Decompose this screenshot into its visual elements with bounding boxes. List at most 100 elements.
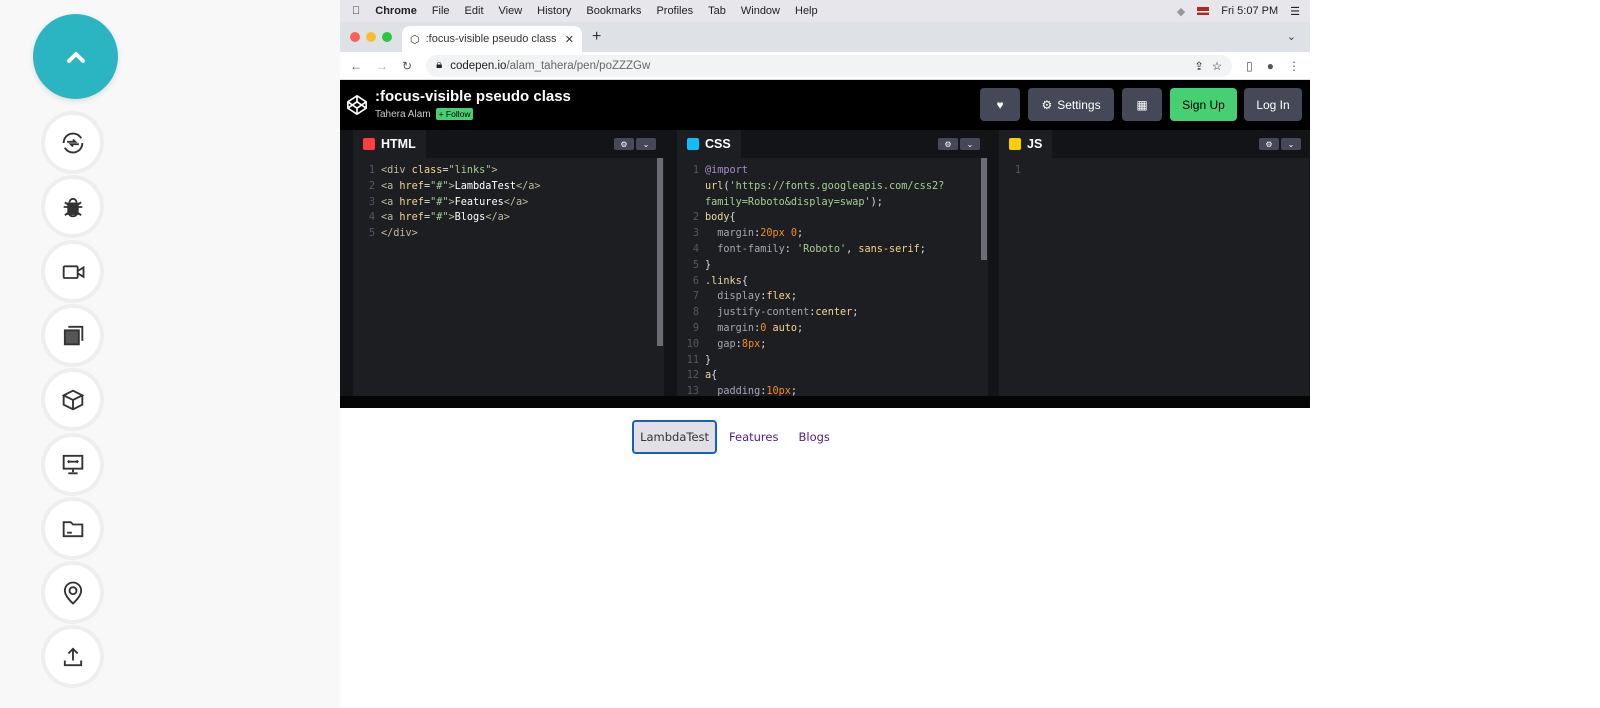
apple-icon[interactable]:  <box>352 5 360 17</box>
forward-icon[interactable]: → <box>376 59 388 73</box>
code-token: "#" <box>430 196 449 208</box>
sidebar-button-bug[interactable] <box>45 179 100 235</box>
sidebar-button-cube[interactable] <box>45 372 100 428</box>
menu-profiles[interactable]: Profiles <box>656 5 693 17</box>
gallery-icon <box>63 326 83 346</box>
reload-icon[interactable]: ↻ <box>402 59 412 73</box>
zoom-button[interactable] <box>382 32 392 42</box>
settings-button[interactable]: ⚙ Settings <box>1028 88 1114 121</box>
cube-icon <box>61 389 84 411</box>
code-token: ; <box>919 243 926 255</box>
switch-arrows-icon <box>62 132 83 153</box>
screenshot-area:  Chrome File Edit View History Bookmarks Prof… <box>340 0 1310 708</box>
scrollbar[interactable] <box>657 158 663 346</box>
pane-collapse-chevron-icon[interactable]: ⌄ <box>960 138 980 150</box>
pane-settings-icon[interactable]: ⚙ <box>1259 138 1279 150</box>
code-line: 1 @import <box>677 163 988 179</box>
profile-icon[interactable]: ● <box>1267 59 1274 73</box>
code-line: 4 <a href = "#" > Blogs </a> <box>353 210 664 226</box>
resize-bar[interactable] <box>340 396 1310 408</box>
menu-help[interactable]: Help <box>795 5 818 17</box>
code-token: { <box>711 370 718 382</box>
pane-collapse-chevron-icon[interactable]: ⌄ <box>1281 138 1301 150</box>
menu-edit[interactable]: Edit <box>465 5 484 17</box>
sidebar-button-video-camera[interactable] <box>45 243 100 299</box>
code-token: <div <box>381 165 412 176</box>
pane-tab[interactable]: CSS <box>677 130 741 158</box>
pane-collapse-chevron-icon[interactable]: ⌄ <box>636 138 656 150</box>
code-token: "#" <box>430 180 449 192</box>
menu-view[interactable]: View <box>499 5 523 17</box>
clock[interactable]: Fri 5:07 PM <box>1221 5 1278 17</box>
more-menu-icon[interactable]: ⋮ <box>1288 59 1300 73</box>
code-token: class <box>411 165 443 176</box>
video-camera-icon <box>62 265 84 280</box>
sidebar-button-switch-arrows[interactable] <box>45 115 100 170</box>
back-icon[interactable]: ← <box>350 59 362 73</box>
address-bar-row: ← → ↻ 🔒︎ codepen.io/alam_tahera/pen/poZZZ… <box>340 52 1310 80</box>
close-tab-icon[interactable]: ✕ <box>565 33 574 46</box>
new-tab-button[interactable]: + <box>592 28 601 46</box>
code-token: Features <box>454 196 504 208</box>
code-line: 1 <div class = "links" > <box>353 163 664 179</box>
editor-pane-css[interactable]: CSS ⚙ ⌄ 1 @import url('https://fonts.googleap… <box>677 130 988 396</box>
sidebar-button-gallery[interactable] <box>45 307 100 363</box>
layout-button[interactable]: ▦ <box>1122 88 1162 121</box>
code-token: > <box>491 165 498 176</box>
codepen-logo-icon[interactable] <box>346 94 368 116</box>
code-line: 13 padding:10px; <box>677 384 988 396</box>
url-input[interactable]: 🔒︎ codepen.io/alam_tahera/pen/poZZZGw ⇪ ☆ <box>426 54 1233 77</box>
menu-history[interactable]: History <box>537 5 571 17</box>
editor-pane-js[interactable]: JS ⚙ ⌄ 1 <box>999 130 1309 396</box>
code-line: 12 a{ <box>677 368 988 384</box>
link-features[interactable]: Features <box>723 422 784 452</box>
pane-settings-icon[interactable]: ⚙ <box>938 138 958 150</box>
pane-tab[interactable]: HTML <box>353 130 426 158</box>
code-line: 6 .links{ <box>677 274 988 290</box>
tab-search-chevron-icon[interactable]: ⌄ <box>1287 30 1296 43</box>
side-panel-icon[interactable]: ▯ <box>1246 59 1253 73</box>
js-language-icon <box>1009 138 1021 150</box>
line-number: 10 <box>686 338 699 350</box>
bookmark-star-icon[interactable]: ☆ <box>1212 59 1222 73</box>
link-lambdatest[interactable]: LambdaTest <box>632 420 718 454</box>
log-in-button[interactable]: Log In <box>1244 88 1302 121</box>
editor-pane-html[interactable]: HTML ⚙ ⌄ 1 <div class = "links" >2 <a href = "#" > L… <box>353 130 664 396</box>
pane-tab[interactable]: JS <box>999 130 1053 158</box>
pane-settings-icon[interactable]: ⚙ <box>614 138 634 150</box>
flag-icon[interactable] <box>1197 7 1210 15</box>
follow-button[interactable]: + Follow <box>435 108 474 120</box>
sidebar-button-upload[interactable] <box>45 629 100 685</box>
menu-file[interactable]: File <box>432 5 450 17</box>
share-icon[interactable]: ⇪ <box>1194 59 1204 73</box>
wifi-icon[interactable]: ◆ <box>1177 5 1185 18</box>
code-line: 2 <a href = "#" > LambdaTest </a> <box>353 179 664 195</box>
sign-up-button[interactable]: Sign Up <box>1170 88 1237 121</box>
sidebar-button-resolution-monitor[interactable] <box>45 436 100 492</box>
minimize-button[interactable] <box>366 32 376 42</box>
code-token: </a> <box>485 212 510 224</box>
code-token: { <box>741 275 748 287</box>
menu-tab[interactable]: Tab <box>708 5 726 17</box>
menu-window[interactable]: Window <box>741 5 780 17</box>
code-token: } <box>705 354 712 366</box>
control-center-icon[interactable]: ☰ <box>1290 5 1300 18</box>
menu-bookmarks[interactable]: Bookmarks <box>586 5 641 17</box>
heart-icon: ♥ <box>996 97 1004 112</box>
author-name[interactable]: Tahera Alam <box>375 109 431 120</box>
code-editor[interactable]: 1 <box>999 163 1309 396</box>
close-window-button[interactable] <box>350 32 360 42</box>
menu-chrome[interactable]: Chrome <box>375 5 417 17</box>
sidebar-button-location-pin[interactable] <box>45 565 100 621</box>
browser-tab[interactable]: ⬡:focus-visible pseudo class ✕ <box>402 26 582 52</box>
collapse-button[interactable] <box>33 14 118 99</box>
link-blogs[interactable]: Blogs <box>792 422 835 452</box>
sidebar-button-folder[interactable] <box>45 500 100 556</box>
code-editor[interactable]: 1 @import url('https://fonts.googleapis.co… <box>677 163 988 396</box>
html-language-icon <box>363 138 375 150</box>
code-line: 3 <a href = "#" > Features </a> <box>353 195 664 211</box>
code-editor[interactable]: 1 <div class = "links" >2 <a href = "#" > LambdaT… <box>353 163 664 396</box>
like-button[interactable]: ♥ <box>980 88 1020 121</box>
scrollbar[interactable] <box>981 158 987 260</box>
pen-title: :focus-visible pseudo class <box>375 88 571 105</box>
